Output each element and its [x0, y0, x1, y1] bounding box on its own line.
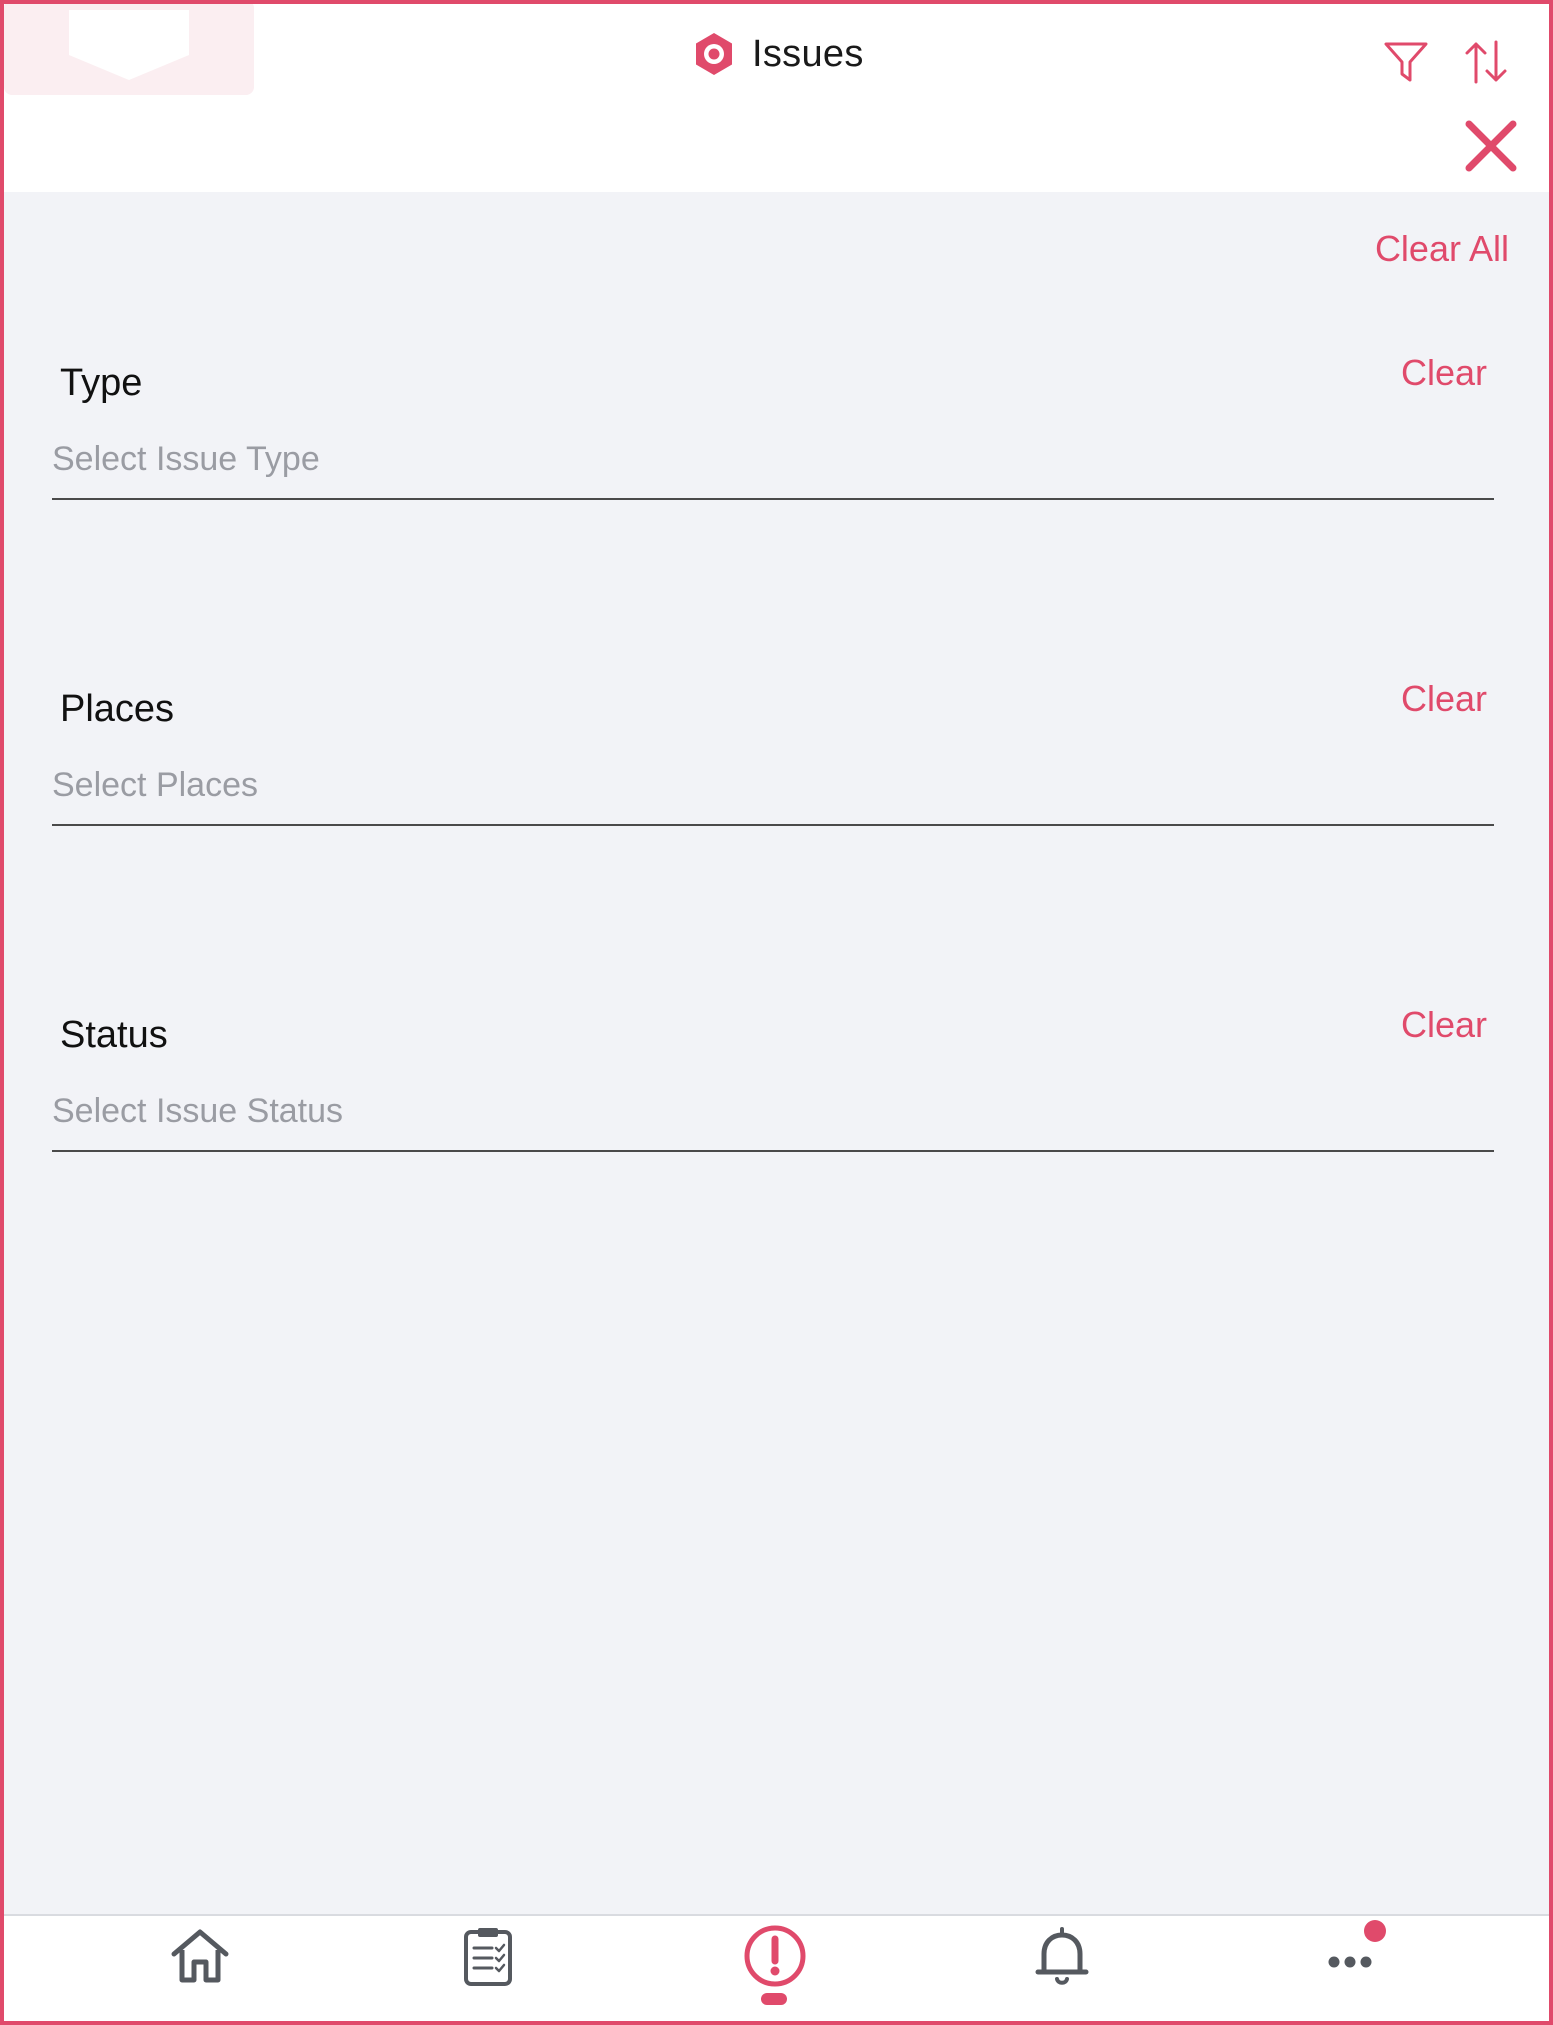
sort-icon: [1465, 40, 1507, 84]
filter-icon: [1384, 42, 1428, 82]
issue-type-select[interactable]: Select Issue Type: [52, 434, 1494, 500]
clear-all-button[interactable]: Clear All: [1375, 228, 1509, 270]
checklist-icon: [464, 1928, 512, 1986]
issues-icon: [744, 1925, 806, 1987]
places-clear-button[interactable]: Clear: [1401, 678, 1487, 720]
filter-panel: Clear All Type Clear Select Issue Type P…: [4, 192, 1549, 1914]
faded-logo-icon: [4, 0, 254, 95]
sort-button[interactable]: [1458, 34, 1514, 90]
active-tab-indicator: [761, 1993, 787, 2005]
bell-icon: [1035, 1927, 1089, 1985]
type-label: Type: [60, 362, 143, 404]
notification-badge: [1364, 1920, 1386, 1942]
filter-button[interactable]: [1378, 34, 1434, 90]
tab-checklists[interactable]: [448, 1924, 528, 2014]
close-button[interactable]: [1459, 114, 1523, 178]
issue-status-select[interactable]: Select Issue Status: [52, 1086, 1494, 1152]
top-bar: Issues: [4, 0, 1549, 192]
home-icon: [171, 1929, 229, 1983]
close-icon: [1465, 120, 1517, 172]
tab-notifications[interactable]: [1022, 1924, 1102, 2014]
page-title: Issues: [752, 32, 864, 75]
type-filter-section: Type Clear Select Issue Type: [4, 352, 1549, 552]
bottom-tab-bar: [4, 1914, 1549, 2021]
places-filter-section: Places Clear Select Places: [4, 678, 1549, 878]
places-label: Places: [60, 688, 175, 730]
status-label: Status: [60, 1014, 168, 1056]
app-logo-icon: [696, 33, 732, 75]
title-group: Issues: [690, 26, 864, 82]
status-clear-button[interactable]: Clear: [1401, 1004, 1487, 1046]
status-filter-section: Status Clear Select Issue Status: [4, 1004, 1549, 1204]
type-clear-button[interactable]: Clear: [1401, 352, 1487, 394]
places-select[interactable]: Select Places: [52, 760, 1494, 826]
tab-home[interactable]: [160, 1924, 240, 2014]
